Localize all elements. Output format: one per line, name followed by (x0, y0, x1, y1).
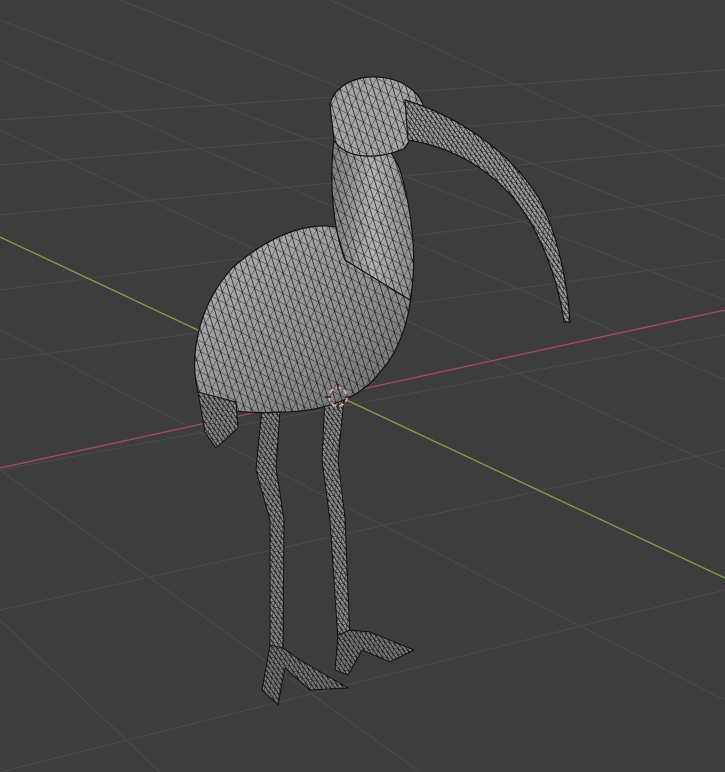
viewport-canvas[interactable] (0, 0, 725, 772)
3d-viewport[interactable] (0, 0, 725, 772)
